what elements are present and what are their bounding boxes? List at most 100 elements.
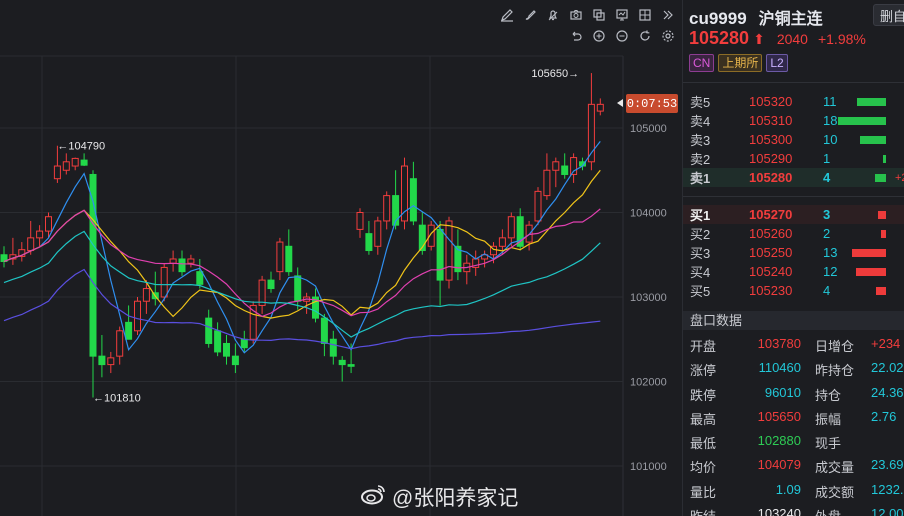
bid-row[interactable]: 买2 105260 2 xyxy=(683,224,904,243)
bid-row[interactable]: 买1 105270 3 xyxy=(683,205,904,224)
candle-body xyxy=(27,237,35,252)
bid-price[interactable]: 105270 xyxy=(749,207,792,222)
candle-body xyxy=(320,317,328,344)
chart-toolbar-bottom xyxy=(567,27,676,44)
ask-volume: 18 xyxy=(823,113,838,128)
symbol-code[interactable]: cu9999 xyxy=(689,9,747,29)
stat-label: 最高 xyxy=(690,411,717,427)
stat-label: 涨停 xyxy=(690,363,717,379)
panel-data-row: 最低 102880 现手 xyxy=(683,429,904,453)
zoom-out-icon[interactable] xyxy=(613,27,630,44)
bid-volume: 12 xyxy=(823,264,838,279)
stat-label: 最低 xyxy=(690,436,717,452)
alert-icon[interactable] xyxy=(544,6,561,23)
bid-price[interactable]: 105250 xyxy=(749,245,792,260)
ask-price[interactable]: 105290 xyxy=(749,151,792,166)
ask-row[interactable]: 卖4 105310 18 xyxy=(683,111,904,130)
kline-chart[interactable]: 105000 104000 103000 102000 101000 105650→ ←10… xyxy=(0,0,682,516)
stat-label: 量比 xyxy=(690,484,717,500)
arrow-up-icon: ⬆ xyxy=(753,31,765,47)
candle-body xyxy=(507,216,515,239)
candle-body xyxy=(338,359,346,366)
stat-value: 103780 xyxy=(757,336,801,351)
bid-row[interactable]: 买3 105250 13 xyxy=(683,243,904,262)
ask-row[interactable]: 卖5 105320 11 xyxy=(683,92,904,111)
bid-level-label: 买3 xyxy=(690,246,711,261)
ask-price[interactable]: 105320 xyxy=(749,94,792,109)
bid-volume-bar xyxy=(876,287,886,295)
price-change-pct: +1.98% xyxy=(817,31,866,47)
ask-volume-bar xyxy=(860,136,886,144)
bid-price[interactable]: 105230 xyxy=(749,283,792,298)
bid-level-label: 买5 xyxy=(690,284,711,299)
candle-body xyxy=(294,275,302,302)
reset-icon[interactable] xyxy=(636,27,653,44)
bid-volume-bar xyxy=(852,249,886,257)
zoom-in-icon[interactable] xyxy=(590,27,607,44)
stat-label: 振幅 xyxy=(815,411,842,427)
candle-body xyxy=(365,233,373,252)
pen-icon[interactable] xyxy=(498,6,515,23)
panel-data-table: 开盘 103780 日增仓 +234 涨停 110460 昨持仓 22.02 跌停 96010 持仓… xyxy=(683,332,904,516)
bid-price[interactable]: 105240 xyxy=(749,264,792,279)
bid-volume: 3 xyxy=(823,207,831,222)
tag-cn: CN xyxy=(689,54,715,72)
panel-data-row: 涨停 110460 昨持仓 22.02 xyxy=(683,356,904,380)
ask-price[interactable]: 105310 xyxy=(749,113,792,128)
price-change: 2040 xyxy=(776,31,808,47)
countdown-tag: 0:07:53 xyxy=(626,94,678,113)
ask-price[interactable]: 105280 xyxy=(749,170,792,185)
ask-row[interactable]: 卖2 105290 1 xyxy=(683,149,904,168)
settings-icon[interactable] xyxy=(659,27,676,44)
panel-data-row: 开盘 103780 日增仓 +234 xyxy=(683,332,904,356)
bid-row[interactable]: 买5 105230 4 xyxy=(683,281,904,300)
ask-volume: 11 xyxy=(823,94,837,109)
candle-body xyxy=(498,237,506,247)
stat-label: 开盘 xyxy=(690,339,717,354)
bid-row[interactable]: 买4 105240 12 xyxy=(683,262,904,281)
ask-volume-change: +2 xyxy=(895,171,904,184)
low-marker-label: ←101810 xyxy=(93,393,141,405)
quote-panel: cu9999 沪铜主连 删自 105280 ⬆ 2040 +1.98% CN 上… xyxy=(682,0,904,516)
stat-value: 1.09 xyxy=(775,481,801,497)
candle-body xyxy=(160,266,168,298)
delete-button[interactable]: 删自 xyxy=(873,4,904,26)
stat-value: 24.36 xyxy=(871,384,904,400)
camera-icon[interactable] xyxy=(567,6,584,23)
ask-row[interactable]: 卖1 105280 4 +2 xyxy=(683,168,904,187)
ask-row[interactable]: 卖3 105300 10 xyxy=(683,130,904,149)
candle-body xyxy=(374,220,382,247)
stat-label: 成交额 xyxy=(815,484,855,500)
ask-level-label: 卖4 xyxy=(690,114,711,129)
candle-body xyxy=(543,169,551,197)
undo-icon[interactable] xyxy=(567,27,584,44)
ask-price[interactable]: 105300 xyxy=(749,132,792,147)
ask-level-label: 卖3 xyxy=(690,133,711,148)
bid-price[interactable]: 105260 xyxy=(749,226,792,241)
ask-level-label: 卖2 xyxy=(690,152,711,167)
candle-body xyxy=(445,220,453,281)
grid-icon[interactable] xyxy=(636,6,653,23)
candle-body xyxy=(205,317,213,344)
candle-body xyxy=(409,178,417,222)
monitor-icon[interactable] xyxy=(613,6,630,23)
stat-value: 103240 xyxy=(757,506,801,516)
stat-value: 102880 xyxy=(757,433,801,449)
y-tick-label: 105000 xyxy=(630,123,667,135)
candle-body xyxy=(125,321,133,340)
tag-l2[interactable]: L2 xyxy=(766,54,788,72)
collapse-icon[interactable] xyxy=(659,6,676,23)
kline-chart-area[interactable]: 105000 104000 103000 102000 101000 105650→ ←10… xyxy=(0,0,682,516)
candle-body xyxy=(116,330,124,357)
y-tick-label: 103000 xyxy=(630,292,667,304)
candle-body xyxy=(596,103,604,112)
last-price: 105280 xyxy=(689,28,750,48)
y-tick-label: 104000 xyxy=(630,208,667,220)
candle-body xyxy=(401,165,408,222)
multi-window-icon[interactable] xyxy=(590,6,607,23)
local-high-marker-label: ←104790 xyxy=(57,141,105,153)
ask-volume: 1 xyxy=(823,151,831,166)
stat-label: 外盘 xyxy=(815,506,841,516)
bid-level-label: 买2 xyxy=(690,227,711,242)
brush-icon[interactable] xyxy=(521,6,538,23)
